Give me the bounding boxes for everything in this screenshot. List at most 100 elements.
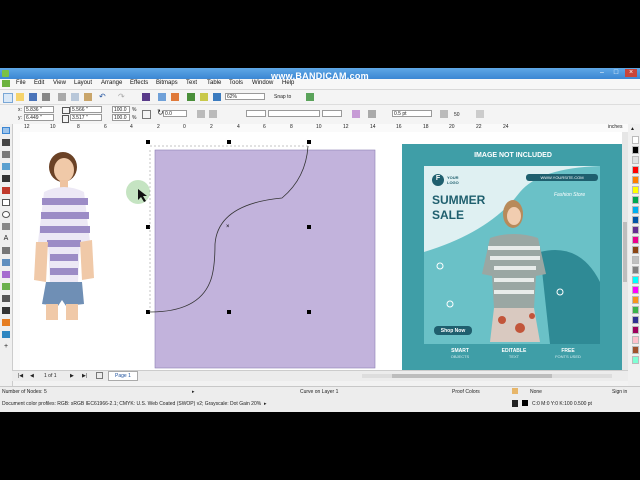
purple-rectangle[interactable] — [154, 149, 376, 369]
menu-view[interactable]: View — [53, 80, 66, 86]
menu-bitmaps[interactable]: Bitmaps — [156, 80, 178, 86]
y-position-field[interactable]: 6.449 " — [24, 114, 54, 121]
sign-in-link[interactable]: Sign in — [612, 389, 627, 395]
next-page-icon[interactable]: ▶ — [70, 373, 74, 379]
mirror-vertical-icon[interactable] — [209, 110, 217, 118]
search-content-icon[interactable] — [142, 93, 150, 101]
close-curve-icon[interactable] — [352, 110, 360, 118]
pick-tool-icon[interactable] — [2, 127, 10, 134]
palette-swatch[interactable] — [632, 236, 639, 244]
palette-swatch[interactable] — [632, 166, 639, 174]
crop-tool-icon[interactable] — [2, 151, 10, 158]
interactive-fill-tool-icon[interactable] — [2, 319, 10, 326]
outline-width-dropdown[interactable]: 0.5 pt — [392, 110, 432, 117]
connector-tool-icon[interactable] — [2, 259, 10, 266]
horizontal-scroll-thumb[interactable] — [392, 374, 552, 378]
first-page-icon[interactable]: |◀ — [18, 373, 23, 379]
menu-file[interactable]: File — [16, 80, 26, 86]
palette-swatch[interactable] — [632, 186, 639, 194]
palette-swatch[interactable] — [632, 346, 639, 354]
menu-table[interactable]: Table — [207, 80, 221, 86]
wrap-text-icon[interactable] — [368, 110, 376, 118]
snap-to-dropdown[interactable]: Snap to — [274, 94, 291, 100]
end-arrowhead-dropdown[interactable] — [322, 110, 342, 117]
curve-smoothing-value[interactable]: 50 — [454, 112, 460, 118]
parallel-dimension-tool-icon[interactable] — [2, 247, 10, 254]
ellipse-tool-icon[interactable] — [2, 211, 10, 218]
palette-swatch[interactable] — [632, 146, 639, 154]
palette-swatch[interactable] — [632, 226, 639, 234]
height-field[interactable]: 3.517 " — [70, 114, 102, 121]
open-folder-icon[interactable] — [16, 93, 24, 101]
palette-swatch[interactable] — [632, 206, 639, 214]
profiles-expand-arrow-icon[interactable]: ▸ — [264, 401, 267, 407]
minimize-button[interactable]: – — [596, 69, 608, 77]
menu-layout[interactable]: Layout — [74, 80, 92, 86]
artistic-media-tool-icon[interactable] — [2, 187, 10, 194]
shape-tool-icon[interactable] — [2, 139, 10, 146]
scale-x-field[interactable]: 100.0 — [112, 106, 130, 113]
palette-swatch[interactable] — [632, 286, 639, 294]
transparency-tool-icon[interactable] — [2, 283, 10, 290]
palette-swatch[interactable] — [632, 316, 639, 324]
palette-swatch[interactable] — [632, 176, 639, 184]
rectangle-tool-icon[interactable] — [2, 199, 10, 206]
prev-page-icon[interactable]: ◀ — [30, 373, 34, 379]
import-icon[interactable] — [158, 93, 166, 101]
add-page-icon[interactable] — [96, 372, 103, 379]
app-menu-icon[interactable] — [2, 80, 10, 87]
menu-edit[interactable]: Edit — [34, 80, 44, 86]
palette-swatch[interactable] — [632, 216, 639, 224]
close-button[interactable]: × — [625, 69, 637, 77]
options-icon[interactable] — [306, 93, 314, 101]
undo-icon[interactable]: ↶ — [99, 92, 106, 101]
line-style-dropdown[interactable] — [268, 110, 320, 117]
add-tool-icon[interactable]: + — [2, 343, 10, 350]
zoom-level-dropdown[interactable]: 62% — [225, 93, 265, 100]
smart-fill-tool-icon[interactable] — [2, 331, 10, 338]
menu-window[interactable]: Window — [252, 80, 273, 86]
status-expand-arrow-icon[interactable]: ▸ — [192, 389, 195, 395]
palette-swatch[interactable] — [632, 276, 639, 284]
menu-text[interactable]: Text — [186, 80, 197, 86]
model-photo-left[interactable] — [34, 152, 94, 320]
color-profiles[interactable]: Document color profiles: RGB: sRGB IEC61… — [2, 401, 261, 407]
lock-ratio-icon[interactable] — [142, 110, 151, 119]
maximize-button[interactable]: □ — [610, 69, 622, 77]
last-page-icon[interactable]: ▶| — [82, 373, 87, 379]
text-tool-icon[interactable]: A — [2, 235, 10, 242]
eyedropper-tool-icon[interactable] — [2, 295, 10, 302]
palette-swatch[interactable] — [632, 306, 639, 314]
drawing-canvas[interactable]: × IMAGE NOT INCLUDED F YOUR LOGO WWW.YOU… — [20, 132, 628, 376]
palette-swatch[interactable] — [632, 326, 639, 334]
horizontal-scrollbar[interactable] — [362, 374, 612, 378]
palette-swatch[interactable] — [632, 196, 639, 204]
palette-swatch[interactable] — [632, 336, 639, 344]
palette-swatch[interactable] — [632, 256, 639, 264]
palette-scroll-up-icon[interactable]: ▲ — [630, 126, 637, 132]
paste-icon[interactable] — [84, 93, 92, 101]
save-icon[interactable] — [29, 93, 37, 101]
x-position-field[interactable]: 5.836 " — [24, 106, 54, 113]
cut-icon[interactable] — [58, 93, 66, 101]
palette-swatch[interactable] — [632, 356, 639, 364]
menu-help[interactable]: Help — [282, 80, 294, 86]
palette-swatch[interactable] — [632, 156, 639, 164]
interactive-tool-icon[interactable] — [2, 271, 10, 278]
outline-pen-tool-icon[interactable] — [2, 307, 10, 314]
zoom-tool-icon[interactable] — [2, 163, 10, 170]
scale-y-field[interactable]: 100.0 — [112, 114, 130, 121]
redo-icon[interactable]: ↷ — [118, 92, 125, 101]
rotation-field[interactable]: 0.0 — [163, 110, 187, 117]
reduce-nodes-icon[interactable] — [440, 110, 448, 118]
freehand-tool-icon[interactable] — [2, 175, 10, 182]
palette-swatch[interactable] — [632, 296, 639, 304]
full-screen-icon[interactable] — [213, 93, 221, 101]
copy-icon[interactable] — [71, 93, 79, 101]
quick-customize-icon[interactable] — [476, 110, 484, 118]
publish-pdf-icon[interactable] — [187, 93, 195, 101]
polygon-tool-icon[interactable] — [2, 223, 10, 230]
start-arrowhead-dropdown[interactable] — [246, 110, 266, 117]
palette-swatch[interactable] — [632, 246, 639, 254]
app-launcher-icon[interactable] — [200, 93, 208, 101]
